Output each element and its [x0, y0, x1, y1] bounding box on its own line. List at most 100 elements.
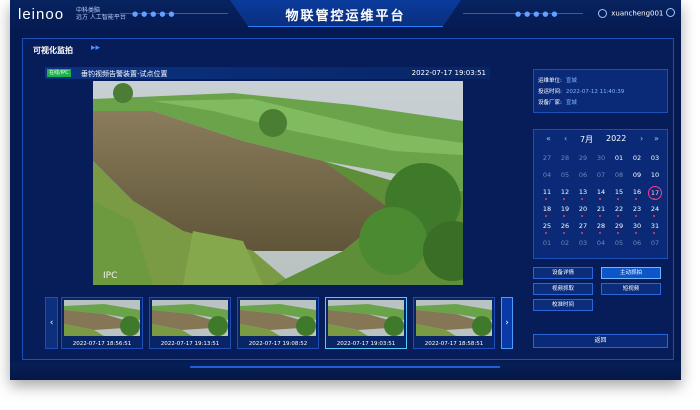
calendar-day[interactable]: 10: [646, 169, 664, 187]
user-icon: [598, 9, 607, 18]
calendar-day[interactable]: 02: [556, 237, 574, 255]
calendar-day-number: 03: [650, 154, 660, 162]
calendar-day[interactable]: 21: [592, 203, 610, 221]
calendar-day[interactable]: 27: [538, 152, 556, 170]
calendar-day[interactable]: 09: [628, 169, 646, 187]
calendar-day[interactable]: 06: [628, 237, 646, 255]
info-unit: 运维单位: 宣城: [538, 76, 577, 84]
info-unit-value: 宣城: [565, 78, 577, 84]
calendar-day[interactable]: 12: [556, 186, 574, 204]
calendar-day[interactable]: 03: [646, 152, 664, 170]
thumbnail[interactable]: 2022-07-17 19:13:51: [149, 297, 231, 349]
thumbnail-image: [240, 300, 316, 336]
next-month-button[interactable]: ›: [640, 134, 643, 143]
video-header: 在线/IPC 垂钓视频告警装置-试点位置 2022-07-17 19:03:51: [45, 67, 490, 79]
calendar-day-number: 29: [614, 222, 624, 230]
calendar-day-number: 08: [614, 171, 624, 179]
calendar-day-number: 25: [542, 222, 552, 230]
calendar-day[interactable]: 26: [556, 220, 574, 238]
active-capture-button[interactable]: 主动抓拍: [601, 267, 661, 279]
event-dot-icon: [581, 198, 583, 200]
calendar-day[interactable]: 27: [574, 220, 592, 238]
calendar-day-number: 31: [650, 222, 660, 230]
calendar-day[interactable]: 02: [628, 152, 646, 170]
calendar-day[interactable]: 25: [538, 220, 556, 238]
thumbnail-time: 2022-07-17 19:13:51: [160, 341, 220, 347]
return-button[interactable]: 返回: [533, 334, 668, 348]
calendar-day[interactable]: 01: [610, 152, 628, 170]
video-capture-button[interactable]: 视频抓取: [533, 283, 593, 295]
calendar-day[interactable]: 20: [574, 203, 592, 221]
calendar-day[interactable]: 04: [538, 169, 556, 187]
event-dot-icon: [599, 198, 601, 200]
calibrate-time-button[interactable]: 校准时间: [533, 299, 593, 311]
calendar-day[interactable]: 30: [628, 220, 646, 238]
camera-name: 垂钓视频告警装置-试点位置: [81, 70, 168, 78]
app-window: leinoo 中科类脑 远方 人工智能平台 ●●●●● 物联管控运维平台 ●●●…: [10, 0, 681, 380]
river-scene: [93, 81, 463, 285]
calendar-day[interactable]: 31: [646, 220, 664, 238]
calendar-day[interactable]: 01: [538, 237, 556, 255]
header-dots-right: ●●●●●: [515, 10, 561, 18]
info-install-value: 2022-07-12 11:40:39: [565, 89, 625, 95]
calendar-day[interactable]: 19: [556, 203, 574, 221]
thumbnail[interactable]: 2022-07-17 19:08:52: [237, 297, 319, 349]
calendar-day[interactable]: 24: [646, 203, 664, 221]
calendar-day[interactable]: 05: [610, 237, 628, 255]
event-dot-icon: [635, 198, 637, 200]
calendar-day[interactable]: 18: [538, 203, 556, 221]
calendar-day[interactable]: 07: [646, 237, 664, 255]
calendar-day-number: 17: [648, 186, 662, 200]
calendar-day[interactable]: 15: [610, 186, 628, 204]
title-plate: 物联管控运维平台: [230, 0, 461, 27]
event-dot-icon: [545, 198, 547, 200]
event-dot-icon: [581, 232, 583, 234]
calendar-day[interactable]: 04: [592, 237, 610, 255]
calendar-day[interactable]: 29: [610, 220, 628, 238]
thumbnail-time: 2022-07-17 19:03:51: [336, 341, 396, 347]
prev-month-button[interactable]: ‹: [564, 134, 567, 143]
thumbnail[interactable]: 2022-07-17 19:03:51: [325, 297, 407, 349]
calendar-day[interactable]: 05: [556, 169, 574, 187]
calendar-day[interactable]: 06: [574, 169, 592, 187]
event-dot-icon: [545, 232, 547, 234]
username: xuancheng001: [611, 9, 664, 18]
thumbnail[interactable]: 2022-07-17 18:58:51: [413, 297, 495, 349]
next-year-button[interactable]: »: [654, 134, 659, 143]
calendar-day-number: 27: [542, 154, 552, 162]
prev-year-button[interactable]: «: [546, 134, 551, 143]
calendar-day[interactable]: 17: [646, 186, 664, 204]
event-dot-icon: [617, 232, 619, 234]
calendar-day[interactable]: 23: [628, 203, 646, 221]
calendar-day[interactable]: 30: [592, 152, 610, 170]
calendar-day[interactable]: 22: [610, 203, 628, 221]
thumbnail[interactable]: 2022-07-17 18:56:51: [61, 297, 143, 349]
calendar-day[interactable]: 28: [592, 220, 610, 238]
device-detail-button[interactable]: 设备详情: [533, 267, 593, 279]
info-vendor-label: 设备厂家:: [538, 100, 562, 106]
calendar-day[interactable]: 03: [574, 237, 592, 255]
calendar-day[interactable]: 07: [592, 169, 610, 187]
calendar-day[interactable]: 13: [574, 186, 592, 204]
calendar-day[interactable]: 14: [592, 186, 610, 204]
event-dot-icon: [563, 198, 565, 200]
logout-icon[interactable]: [666, 8, 675, 17]
camera-overlay-label: IPC: [103, 271, 118, 281]
calendar-day[interactable]: 11: [538, 186, 556, 204]
event-dot-icon: [599, 232, 601, 234]
thumbnail-image: [64, 300, 140, 336]
thumbnail-time: 2022-07-17 19:08:52: [248, 341, 308, 347]
calendar: « ‹ 7月 2022 › » 27 28 29 30 01 02 03 04 05 06 07 08…: [533, 129, 668, 259]
calendar-day[interactable]: 29: [574, 152, 592, 170]
prev-thumbnails-button[interactable]: ‹: [45, 297, 58, 349]
user-menu[interactable]: xuancheng001: [598, 9, 663, 18]
calendar-day[interactable]: 16: [628, 186, 646, 204]
short-video-button[interactable]: 短视频: [601, 283, 661, 295]
calendar-day[interactable]: 08: [610, 169, 628, 187]
event-dot-icon: [653, 215, 655, 217]
next-thumbnails-button[interactable]: ›: [501, 297, 513, 349]
calendar-day-number: 09: [632, 171, 642, 179]
calendar-day-number: 28: [560, 154, 570, 162]
calendar-day[interactable]: 28: [556, 152, 574, 170]
thumbnail-image: [328, 300, 404, 336]
